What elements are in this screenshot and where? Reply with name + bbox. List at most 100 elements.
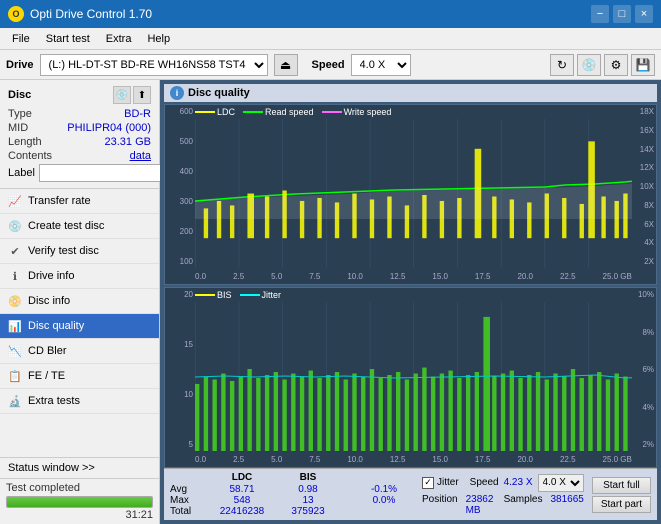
- close-button[interactable]: ×: [635, 5, 653, 23]
- disc-quality-icon: 📊: [8, 319, 22, 333]
- x-25: 25.0 GB: [603, 272, 632, 281]
- y-right-16x: 16X: [634, 126, 654, 135]
- sidebar-item-transfer-rate[interactable]: 📈 Transfer rate: [0, 189, 159, 214]
- sidebar-item-disc-info[interactable]: 📀 Disc info: [0, 289, 159, 314]
- disc-length-value: 23.31 GB: [105, 136, 151, 148]
- jitter-check-row: ✓ Jitter Speed 4.23 X 4.0 X 8.0 X: [422, 474, 584, 492]
- speed-select-stats[interactable]: 4.0 X 8.0 X: [538, 474, 584, 492]
- time-display: 31:21: [6, 509, 153, 521]
- disc-length-label: Length: [8, 136, 42, 148]
- position-value: 23862 MB: [466, 494, 496, 516]
- speed-label: Speed: [312, 59, 345, 71]
- charts-container: LDC Read speed Write speed 600 500 40: [164, 104, 657, 468]
- y2-right-2pct: 2%: [634, 440, 654, 449]
- menu-start-test[interactable]: Start test: [38, 31, 98, 47]
- disc-icon-btn[interactable]: 💿: [577, 54, 601, 76]
- disc-icon-2[interactable]: ⬆: [133, 86, 151, 104]
- save-icon-btn[interactable]: 💾: [631, 54, 655, 76]
- stats-avg-ldc: 58.71: [206, 484, 278, 495]
- status-completed-area: Test completed 31:21: [0, 479, 159, 524]
- title-bar: O Opti Drive Control 1.70 − □ ×: [0, 0, 661, 28]
- x2-7-5: 7.5: [309, 455, 320, 464]
- create-test-disc-label: Create test disc: [28, 220, 104, 232]
- maximize-button[interactable]: □: [613, 5, 631, 23]
- start-full-button[interactable]: Start full: [592, 477, 651, 494]
- disc-type-row: Type BD-R: [8, 108, 151, 120]
- write-speed-legend-label: Write speed: [344, 107, 392, 117]
- sidebar-item-verify-test-disc[interactable]: ✔ Verify test disc: [0, 239, 159, 264]
- disc-icon-1[interactable]: 💿: [113, 86, 131, 104]
- disc-quality-header: i Disc quality: [164, 84, 657, 102]
- y2-label-20: 20: [167, 290, 193, 299]
- stats-max-ldc: 548: [206, 495, 278, 506]
- ldc-y-axis-left: 600 500 400 300 200 100: [165, 105, 195, 268]
- sidebar-item-disc-quality[interactable]: 📊 Disc quality: [0, 314, 159, 339]
- ldc-y-axis-right: 18X 16X 14X 12X 10X 8X 6X 4X 2X: [632, 105, 656, 268]
- cd-bler-label: CD Bler: [28, 345, 67, 357]
- disc-panel-title: Disc: [8, 89, 31, 101]
- speed-value-stats: 4.23 X: [504, 477, 533, 488]
- position-label: Position: [422, 494, 458, 516]
- y2-label-5: 5: [167, 440, 193, 449]
- x-2-5: 2.5: [233, 272, 244, 281]
- sidebar-item-drive-info[interactable]: ℹ Drive info: [0, 264, 159, 289]
- transfer-rate-label: Transfer rate: [28, 195, 91, 207]
- y-right-10x: 10X: [634, 182, 654, 191]
- disc-type-label: Type: [8, 108, 32, 120]
- sidebar-item-create-test-disc[interactable]: 💿 Create test disc: [0, 214, 159, 239]
- disc-label-input[interactable]: [39, 164, 177, 182]
- bis-y-axis-left: 20 15 10 5: [165, 288, 195, 451]
- jitter-checkbox[interactable]: ✓: [422, 477, 434, 489]
- sidebar-item-extra-tests[interactable]: 🔬 Extra tests: [0, 389, 159, 414]
- write-speed-legend-item: Write speed: [322, 107, 392, 117]
- disc-label-row: Label ⭐: [8, 164, 151, 182]
- stats-max-label: Max: [170, 495, 206, 506]
- disc-contents-label: Contents: [8, 150, 52, 162]
- settings-icon-btn[interactable]: ⚙: [604, 54, 628, 76]
- bis-legend-label: BIS: [217, 290, 232, 300]
- y2-right-8pct: 8%: [634, 328, 654, 337]
- minimize-button[interactable]: −: [591, 5, 609, 23]
- x-5: 5.0: [271, 272, 282, 281]
- stats-table: LDC BIS Avg 58.71 0.98 -0.1% Max 548 13: [170, 472, 414, 517]
- x2-12-5: 12.5: [390, 455, 406, 464]
- refresh-button[interactable]: ↻: [550, 54, 574, 76]
- start-part-button[interactable]: Start part: [592, 496, 651, 513]
- disc-info-label: Disc info: [28, 295, 70, 307]
- bis-chart: BIS Jitter 20 15 10 5 10%: [164, 287, 657, 468]
- status-window-label: Status window >>: [8, 462, 95, 474]
- jitter-check-label: Jitter: [437, 477, 459, 488]
- menu-help[interactable]: Help: [139, 31, 178, 47]
- stats-avg-row: Avg 58.71 0.98 -0.1%: [170, 484, 414, 495]
- y-right-18x: 18X: [634, 107, 654, 116]
- y-right-6x: 6X: [634, 220, 654, 229]
- disc-panel: Disc 💿 ⬆ Type BD-R MID PHILIPR04 (000) L…: [0, 80, 159, 189]
- disc-contents-row: Contents data: [8, 150, 151, 162]
- sidebar-item-fe-te[interactable]: 📋 FE / TE: [0, 364, 159, 389]
- menu-extra[interactable]: Extra: [98, 31, 140, 47]
- stats-avg-bis: 0.98: [278, 484, 338, 495]
- drive-label: Drive: [6, 59, 34, 71]
- speed-select[interactable]: 4.0 X 8.0 X: [351, 54, 411, 76]
- status-window-button[interactable]: Status window >>: [0, 458, 159, 479]
- x2-25: 25.0 GB: [603, 455, 632, 464]
- x2-10: 10.0: [347, 455, 363, 464]
- y2-right-10pct: 10%: [634, 290, 654, 299]
- eject-button[interactable]: ⏏: [274, 54, 298, 76]
- stats-col-gap: [338, 472, 354, 483]
- create-test-disc-icon: 💿: [8, 219, 22, 233]
- x2-0: 0.0: [195, 455, 206, 464]
- disc-contents-value[interactable]: data: [130, 150, 151, 162]
- verify-test-disc-icon: ✔: [8, 244, 22, 258]
- menu-file[interactable]: File: [4, 31, 38, 47]
- completed-text: Test completed: [6, 482, 153, 494]
- x2-15: 15.0: [432, 455, 448, 464]
- stats-total-ldc: 22416238: [206, 506, 278, 517]
- y2-label-10: 10: [167, 390, 193, 399]
- progress-bar-fill: [7, 497, 152, 507]
- sidebar-item-cd-bler[interactable]: 📉 CD Bler: [0, 339, 159, 364]
- disc-mid-label: MID: [8, 122, 28, 134]
- drive-select[interactable]: (L:) HL-DT-ST BD-RE WH16NS58 TST4: [40, 54, 268, 76]
- disc-quality-title: Disc quality: [188, 87, 250, 99]
- y2-right-6pct: 6%: [634, 365, 654, 374]
